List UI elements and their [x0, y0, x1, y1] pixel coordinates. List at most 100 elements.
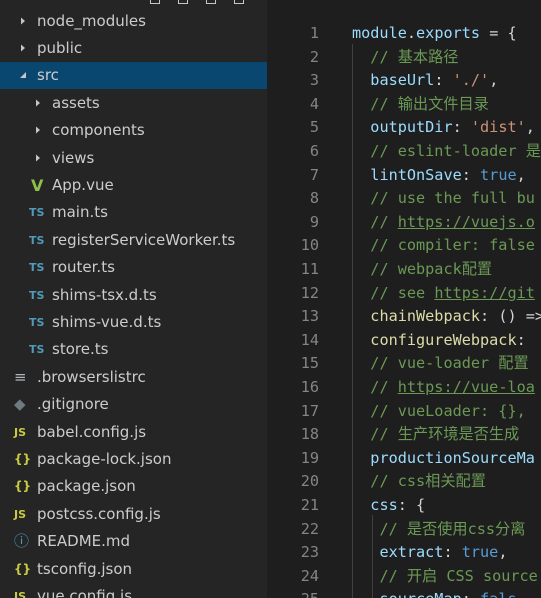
- code-token: :: [452, 118, 471, 137]
- code-line[interactable]: 17 // vueLoader: {},: [271, 400, 541, 424]
- json-icon: {}: [14, 479, 32, 494]
- tree-file[interactable]: {} package.json: [0, 473, 267, 500]
- tree-folder[interactable]: public: [0, 35, 267, 62]
- code-line[interactable]: 6 // eslint-loader 是: [271, 140, 541, 164]
- tree-folder[interactable]: node_modules: [0, 8, 267, 35]
- tree-file[interactable]: {} package-lock.json: [0, 446, 267, 473]
- tree-folder[interactable]: views: [0, 145, 267, 172]
- chevron-down-icon[interactable]: [18, 62, 30, 89]
- code-token: 'dist': [470, 118, 526, 137]
- code-line[interactable]: 22 // 是否使用css分离: [271, 518, 541, 542]
- code-line[interactable]: 12 // see https://git: [271, 282, 541, 306]
- chevron-right-icon[interactable]: [33, 145, 45, 172]
- line-number: 10: [300, 236, 319, 255]
- code-text: chainWebpack: () =>: [352, 305, 541, 329]
- line-number: 5: [309, 118, 319, 137]
- code-line[interactable]: 25 sourceMap: fals: [271, 588, 541, 598]
- tree-folder[interactable]: assets: [0, 90, 267, 117]
- chevron-right-icon[interactable]: [18, 8, 30, 35]
- new-file-icon[interactable]: [150, 0, 160, 4]
- tree-item-label: shims-vue.d.ts: [52, 312, 162, 331]
- git-icon: ◆: [14, 395, 26, 414]
- code-text: lintOnSave: true,: [352, 164, 525, 188]
- code-text: css: {: [352, 494, 425, 518]
- tree-file[interactable]: TS router.ts: [0, 254, 267, 281]
- chevron-right-icon[interactable]: [33, 90, 45, 117]
- code-editor[interactable]: 1 module.exports = {2 // 基本路径 3 baseUrl: '…: [271, 0, 541, 598]
- code-line[interactable]: 2 // 基本路径: [271, 46, 541, 70]
- code-text: extract: true,: [352, 541, 507, 565]
- code-line[interactable]: 13 chainWebpack: () =>: [271, 305, 541, 329]
- tree-folder[interactable]: components: [0, 117, 267, 144]
- code-line[interactable]: 11 // webpack配置: [271, 258, 541, 282]
- code-line[interactable]: 16 // https://vue-loa: [271, 376, 541, 400]
- code-line[interactable]: 5 outputDir: 'dist',: [271, 116, 541, 140]
- tree-item-label: package.json: [37, 477, 136, 496]
- code-token: ,: [498, 543, 508, 562]
- code-text: // see https://git: [352, 282, 535, 306]
- code-token: : () =>: [480, 307, 541, 326]
- code-token: : {: [397, 496, 426, 514]
- code-line[interactable]: 20 // css相关配置: [271, 470, 541, 494]
- code-line[interactable]: 19 productionSourceMa: [271, 447, 541, 471]
- tree-folder[interactable]: src: [0, 62, 267, 90]
- chevron-right-icon[interactable]: [33, 117, 45, 144]
- code-line[interactable]: 9 // https://vuejs.o: [271, 211, 541, 235]
- tree-item-label: main.ts: [52, 203, 108, 222]
- code-line[interactable]: 23 extract: true,: [271, 541, 541, 565]
- code-line[interactable]: 3 baseUrl: './',: [271, 69, 541, 93]
- typescript-icon: TS: [29, 288, 45, 302]
- tree-file[interactable]: TS shims-tsx.d.ts: [0, 282, 267, 309]
- code-token: // 输出文件目录: [370, 94, 489, 113]
- tree-file[interactable]: TS registerServiceWorker.ts: [0, 227, 267, 254]
- tree-file[interactable]: ◆ .gitignore: [0, 391, 267, 418]
- code-line[interactable]: 21 css: {: [271, 494, 541, 518]
- tree-file[interactable]: JS vue.config.js: [0, 583, 267, 598]
- code-token: fals: [480, 590, 517, 598]
- tree-file[interactable]: TS shims-vue.d.ts: [0, 309, 267, 336]
- tree-file[interactable]: ⓘ README.md: [0, 528, 267, 555]
- code-text: productionSourceMa: [352, 447, 535, 471]
- tree-item-label: public: [37, 38, 83, 57]
- code-token: // vueLoader: {},: [370, 401, 526, 420]
- code-line[interactable]: 1 module.exports = {: [271, 22, 541, 46]
- code-line[interactable]: 24 // 开启 CSS source: [271, 565, 541, 589]
- typescript-icon: TS: [29, 233, 45, 247]
- tree-file[interactable]: TS store.ts: [0, 336, 267, 363]
- tree-file[interactable]: TS main.ts: [0, 199, 267, 226]
- refresh-icon[interactable]: [206, 0, 216, 4]
- code-line[interactable]: 4 // 输出文件目录: [271, 93, 541, 117]
- code-line[interactable]: 14 configureWebpack:: [271, 329, 541, 353]
- chevron-right-icon[interactable]: [18, 35, 30, 62]
- code-token: extract: [379, 543, 444, 562]
- code-line[interactable]: 18 // 生产环境是否生成: [271, 423, 541, 447]
- tree-file[interactable]: {} tsconfig.json: [0, 556, 267, 583]
- line-number: 2: [309, 47, 319, 66]
- tree-item-label: router.ts: [52, 258, 115, 277]
- tree-item-label: store.ts: [52, 340, 109, 359]
- tree-file[interactable]: JS babel.config.js: [0, 419, 267, 446]
- tree-file[interactable]: V App.vue: [0, 172, 267, 199]
- line-number: 16: [300, 378, 319, 396]
- code-line[interactable]: 7 lintOnSave: true,: [271, 164, 541, 188]
- code-token: module: [352, 24, 407, 42]
- code-token: :: [516, 330, 526, 349]
- code-token: exports: [416, 24, 481, 42]
- code-line[interactable]: 8 // use the full bu: [271, 187, 541, 211]
- code-token: // css相关配置: [370, 472, 486, 491]
- typescript-icon: TS: [29, 261, 45, 275]
- tree-file[interactable]: ≡ .browserslistrc: [0, 364, 267, 391]
- collapse-all-icon[interactable]: [234, 0, 244, 4]
- new-folder-icon[interactable]: [178, 0, 188, 4]
- tree-file[interactable]: JS postcss.config.js: [0, 501, 267, 528]
- code-line[interactable]: 15 // vue-loader 配置: [271, 352, 541, 376]
- code-line[interactable]: 10 // compiler: false: [271, 234, 541, 258]
- code-text: // compiler: false: [352, 234, 535, 258]
